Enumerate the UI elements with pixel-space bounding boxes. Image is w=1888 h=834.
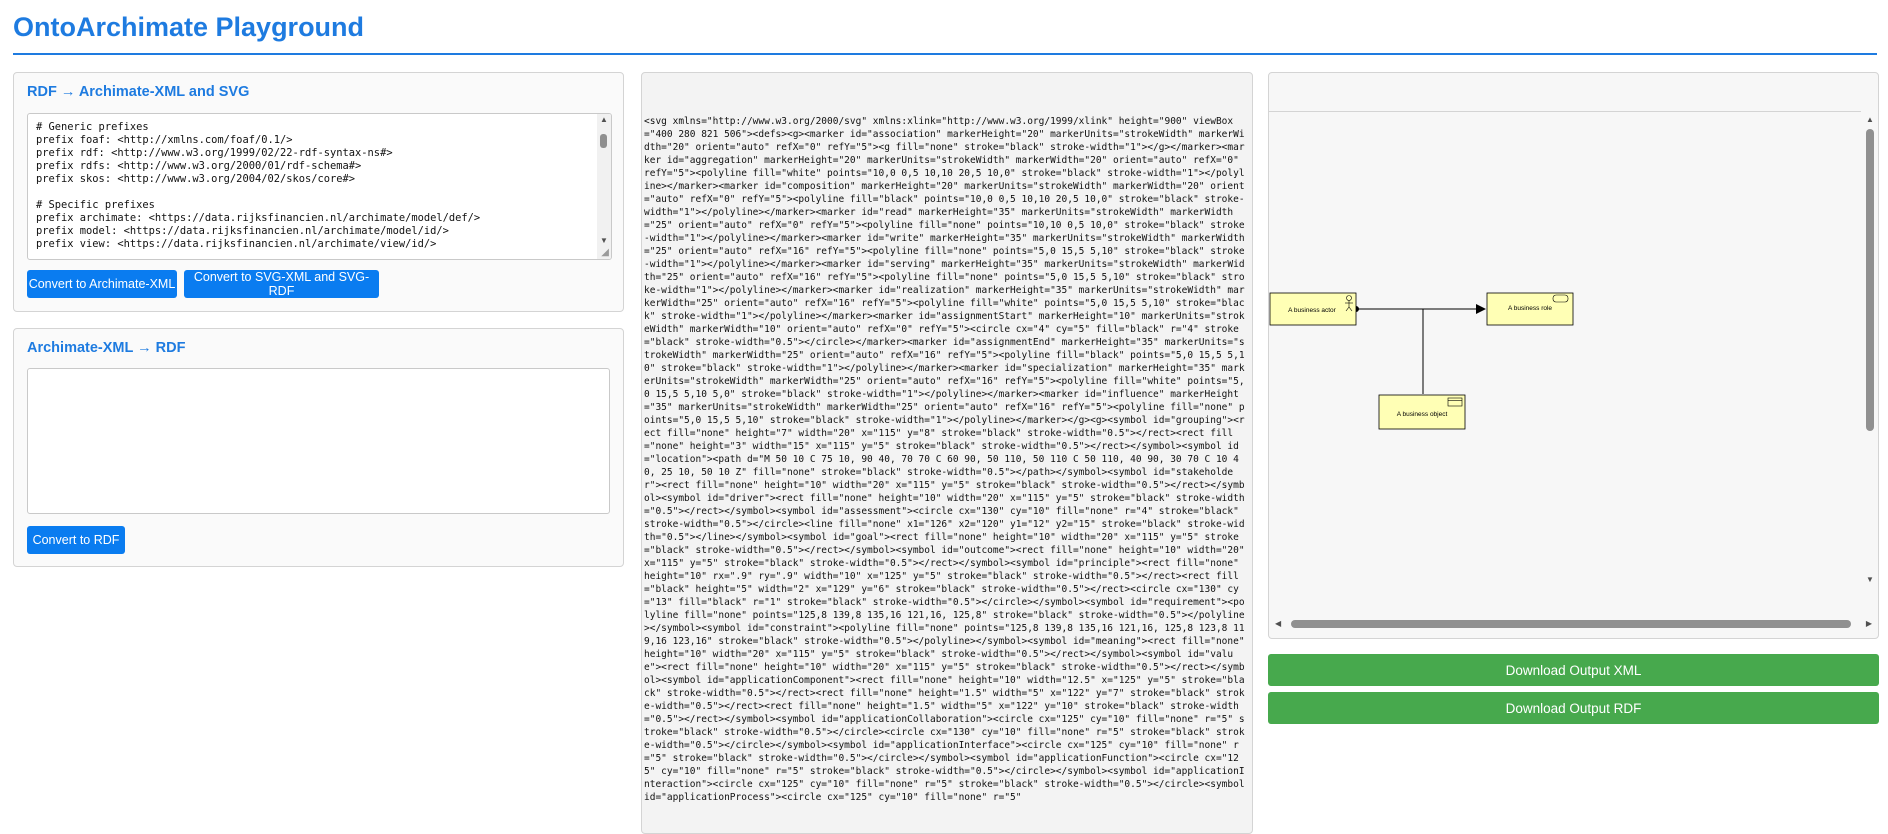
business-object-element[interactable]: A business object xyxy=(1378,394,1466,430)
svg-preview-panel: A business actor A business role A busin… xyxy=(1268,72,1879,639)
svg-preview-viewport[interactable]: A business actor A business role A busin… xyxy=(1269,111,1861,589)
preview-horizontal-scrollbar[interactable]: ◀ ▶ xyxy=(1269,616,1878,632)
archimate-xml-textarea[interactable] xyxy=(27,368,610,514)
scroll-up-arrow-icon[interactable]: ▲ xyxy=(1862,115,1878,124)
convert-to-svg-button[interactable]: Convert to SVG-XML and SVG-RDF xyxy=(184,270,379,298)
business-role-element[interactable]: A business role xyxy=(1486,292,1574,326)
preview-horizontal-scroll-thumb[interactable] xyxy=(1291,620,1851,628)
page-title: OntoArchimate Playground xyxy=(13,12,365,42)
svg-output-panel: <svg xmlns="http://www.w3.org/2000/svg" … xyxy=(641,72,1253,834)
business-actor-element[interactable]: A business actor xyxy=(1269,292,1357,326)
rdf-input-scrollbar[interactable]: ▲ ▼ xyxy=(597,114,611,259)
title-divider xyxy=(13,53,1877,55)
rdf-input-text[interactable]: # Generic prefixes prefix foaf: <http://… xyxy=(28,114,611,251)
convert-to-archimate-xml-button[interactable]: Convert to Archimate-XML xyxy=(27,270,177,298)
scroll-down-arrow-icon[interactable]: ▼ xyxy=(597,235,611,247)
download-output-rdf-button[interactable]: Download Output RDF xyxy=(1268,692,1879,724)
scroll-up-arrow-icon[interactable]: ▲ xyxy=(597,114,611,126)
download-output-xml-button[interactable]: Download Output XML xyxy=(1268,654,1879,686)
xml-panel-heading: Archimate-XML → RDF xyxy=(27,340,186,356)
resize-grip-icon[interactable]: ◢ xyxy=(601,248,609,258)
element-label: A business actor xyxy=(1288,307,1337,314)
scroll-thumb[interactable] xyxy=(600,134,607,148)
rdf-panel-heading: RDF → Archimate-XML and SVG xyxy=(27,84,250,100)
element-label: A business role xyxy=(1508,305,1552,312)
scroll-right-arrow-icon[interactable]: ▶ xyxy=(1866,616,1872,632)
preview-vertical-scrollbar[interactable]: ▲ ▼ xyxy=(1862,111,1878,588)
convert-to-rdf-button[interactable]: Convert to RDF xyxy=(27,526,125,554)
svg-output-text: <svg xmlns="http://www.w3.org/2000/svg" … xyxy=(644,116,1251,803)
xml-conversion-panel: Archimate-XML → RDF Convert to RDF xyxy=(13,328,624,567)
scroll-down-arrow-icon[interactable]: ▼ xyxy=(1862,575,1878,584)
preview-vertical-scroll-thumb[interactable] xyxy=(1866,129,1874,431)
rdf-conversion-panel: RDF → Archimate-XML and SVG # Generic pr… xyxy=(13,72,624,312)
rdf-input-textarea[interactable]: # Generic prefixes prefix foaf: <http://… xyxy=(27,113,612,260)
element-label: A business object xyxy=(1397,411,1448,418)
scroll-left-arrow-icon[interactable]: ◀ xyxy=(1275,616,1281,632)
archimate-diagram: A business actor A business role A busin… xyxy=(1269,292,1574,430)
